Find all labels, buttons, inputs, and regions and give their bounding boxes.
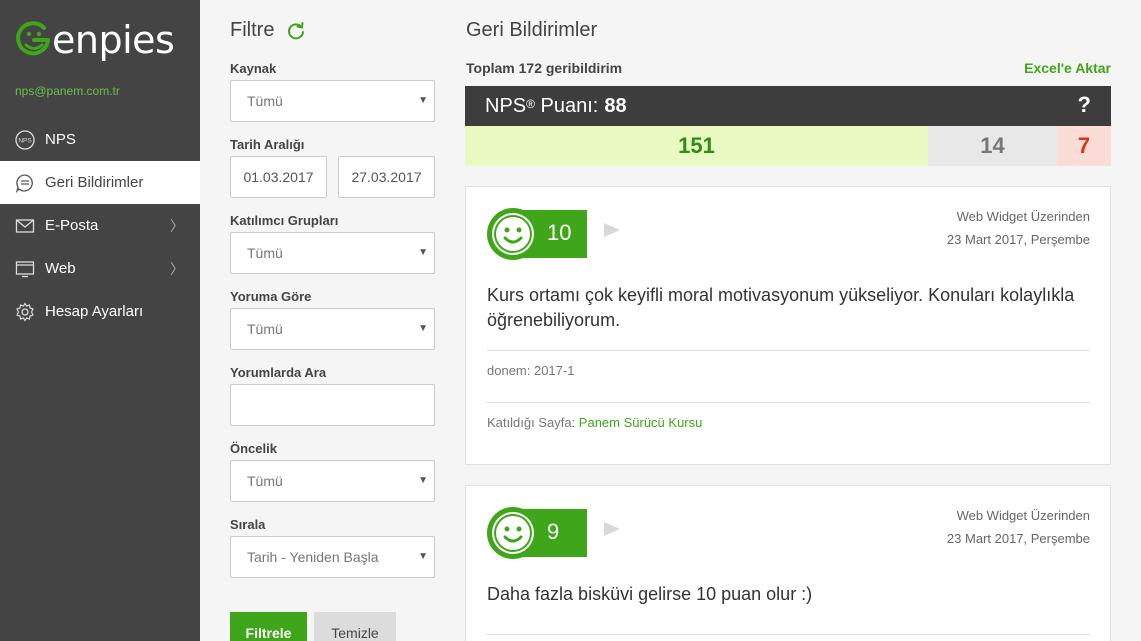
source-label: Kaynak xyxy=(230,61,277,76)
groups-label: Katılımcı Grupları xyxy=(230,213,339,228)
flag-icon[interactable] xyxy=(602,221,622,241)
filter-title: Filtre xyxy=(230,19,275,41)
passives-count[interactable]: 14 xyxy=(928,126,1057,166)
sidebar-item-geri-bildirimler[interactable]: Geri Bildirimler xyxy=(0,161,200,204)
user-email: nps@panem.com.tr xyxy=(15,84,120,98)
feedback-text: Daha fazla bisküvi gelirse 10 puan olur … xyxy=(487,584,813,604)
priority-select-value: Tümü xyxy=(247,473,283,489)
sort-select[interactable]: Tarih - Yeniden Başla ▼ xyxy=(230,536,435,578)
chevron-right-icon: 〉 xyxy=(170,217,184,234)
sidebar-item-label: E-Posta xyxy=(45,217,99,234)
sidebar-item-label: Geri Bildirimler xyxy=(45,174,144,191)
dropdown-arrow-icon: ▼ xyxy=(418,551,428,562)
dropdown-arrow-icon: ▼ xyxy=(418,475,428,486)
feedback-page: Katıldığı Sayfa: Panem Sürücü Kursu xyxy=(487,415,702,430)
comment-filter-select[interactable]: Tümü ▼ xyxy=(230,308,435,350)
nps-label-suffix: Puanı: xyxy=(540,94,599,117)
feedback-text: Kurs ortamı çok keyifli moral motivasyon… xyxy=(487,285,1075,330)
dropdown-arrow-icon: ▼ xyxy=(418,247,428,258)
sidebar-item-web[interactable]: Web 〉 xyxy=(0,247,200,290)
priority-label: Öncelik xyxy=(230,441,277,456)
nps-label: NPS xyxy=(485,94,527,117)
score-badge: 10 xyxy=(487,208,587,260)
feedback-card: 10 Web Widget Üzerinden 23 Mart 2017, Pe… xyxy=(465,186,1111,465)
sort-select-value: Tarih - Yeniden Başla xyxy=(247,549,379,565)
help-icon[interactable]: ? xyxy=(1078,92,1091,118)
nps-distribution: 151 14 7 xyxy=(465,126,1111,166)
sidebar-item-label: Hesap Ayarları xyxy=(45,303,144,320)
divider xyxy=(487,402,1090,403)
divider xyxy=(487,350,1090,351)
comment-filter-value: Tümü xyxy=(247,321,283,337)
nps-icon: NPS xyxy=(14,129,36,151)
filter-header: Filtre xyxy=(230,19,306,42)
sidebar-item-e-posta[interactable]: E-Posta 〉 xyxy=(0,204,200,247)
sidebar-item-label: Web xyxy=(45,260,76,277)
clear-button[interactable]: Temizle xyxy=(314,612,396,641)
sidebar-item-hesap-ayarlari[interactable]: Hesap Ayarları xyxy=(0,290,200,333)
comment-filter-label: Yoruma Göre xyxy=(230,289,312,304)
source-select-value: Tümü xyxy=(247,93,283,109)
priority-select[interactable]: Tümü ▼ xyxy=(230,460,435,502)
web-window-icon xyxy=(14,258,36,280)
svg-text:NPS: NPS xyxy=(18,137,32,144)
nps-score-bar: NPS ® Puanı: 88 ? xyxy=(465,86,1111,126)
feedback-date: 23 Mart 2017, Perşembe xyxy=(946,232,1090,247)
envelope-icon xyxy=(14,215,36,237)
page-link[interactable]: Panem Sürücü Kursu xyxy=(579,415,703,430)
chat-icon xyxy=(14,172,36,194)
source-select[interactable]: Tümü ▼ xyxy=(230,80,435,122)
total-count: Toplam 172 geribildirim xyxy=(466,60,623,76)
export-excel-link[interactable]: Excel'e Aktar xyxy=(1024,60,1111,76)
groups-select[interactable]: Tümü ▼ xyxy=(230,232,435,274)
dropdown-arrow-icon: ▼ xyxy=(418,95,428,106)
feedback-meta: donem: 2017-1 xyxy=(487,363,575,378)
logo[interactable]: enpies xyxy=(14,18,175,62)
registered-mark: ® xyxy=(526,97,535,111)
dropdown-arrow-icon: ▼ xyxy=(418,323,428,334)
sidebar-nav: NPS NPS Geri Bildirimler E-Posta 〉 Web 〉… xyxy=(0,118,200,333)
smiley-icon xyxy=(487,208,539,260)
app-root: enpies nps@panem.com.tr NPS NPS Geri Bil… xyxy=(0,0,1141,641)
filter-button[interactable]: Filtrele xyxy=(230,612,307,641)
page-label: Katıldığı Sayfa: xyxy=(487,415,576,430)
page-title: Geri Bildirimler xyxy=(466,19,598,41)
score-value: 9 xyxy=(547,519,560,544)
search-input[interactable] xyxy=(230,384,435,426)
score-value: 10 xyxy=(547,220,572,245)
feedback-date: 23 Mart 2017, Perşembe xyxy=(946,531,1090,546)
date-to-input[interactable]: 27.03.2017 xyxy=(338,156,435,198)
feedback-card: 9 Web Widget Üzerinden 23 Mart 2017, Per… xyxy=(465,485,1111,641)
promoters-count[interactable]: 151 xyxy=(465,126,928,166)
feedback-source: Web Widget Üzerinden xyxy=(956,209,1090,224)
sidebar-item-label: NPS xyxy=(45,131,76,148)
feedback-source: Web Widget Üzerinden xyxy=(956,508,1090,523)
score-badge: 9 xyxy=(487,507,587,559)
nps-score-value: 88 xyxy=(604,94,627,117)
groups-select-value: Tümü xyxy=(247,245,283,261)
date-range-label: Tarih Aralığı xyxy=(230,137,305,152)
flag-icon[interactable] xyxy=(602,520,622,540)
smiley-icon xyxy=(487,507,539,559)
date-from-input[interactable]: 01.03.2017 xyxy=(230,156,327,198)
gear-icon xyxy=(14,301,36,323)
smiley-logo-icon xyxy=(16,21,50,56)
detractors-count[interactable]: 7 xyxy=(1057,126,1111,166)
refresh-icon[interactable] xyxy=(286,21,306,41)
sidebar: enpies nps@panem.com.tr NPS NPS Geri Bil… xyxy=(0,0,200,641)
search-label: Yorumlarda Ara xyxy=(230,365,327,380)
logo-text: enpies xyxy=(52,18,175,62)
chevron-right-icon: 〉 xyxy=(170,260,184,277)
divider xyxy=(487,634,1090,635)
sort-label: Sırala xyxy=(230,517,266,532)
sidebar-item-nps[interactable]: NPS NPS xyxy=(0,118,200,161)
